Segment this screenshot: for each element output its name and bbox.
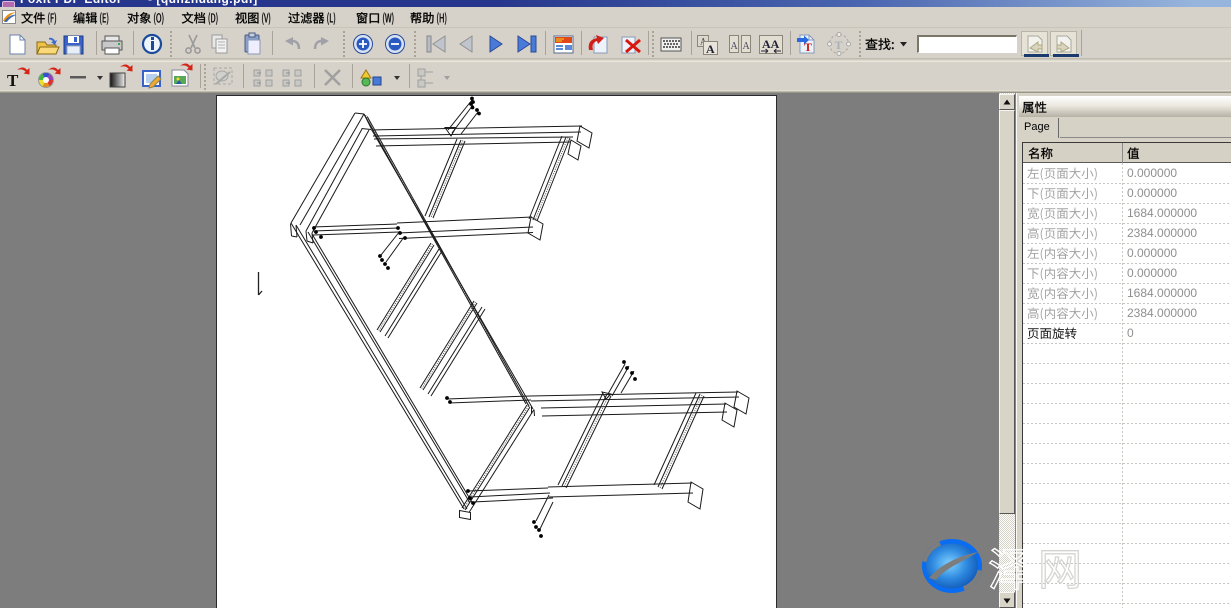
svg-text:T: T	[804, 40, 812, 54]
svg-text:A: A	[706, 42, 715, 56]
svg-text:A: A	[731, 41, 739, 52]
svg-text:T: T	[7, 71, 19, 90]
svg-text:A: A	[743, 41, 751, 52]
svg-text:T: T	[835, 38, 843, 52]
svg-text:AA: AA	[762, 37, 780, 51]
